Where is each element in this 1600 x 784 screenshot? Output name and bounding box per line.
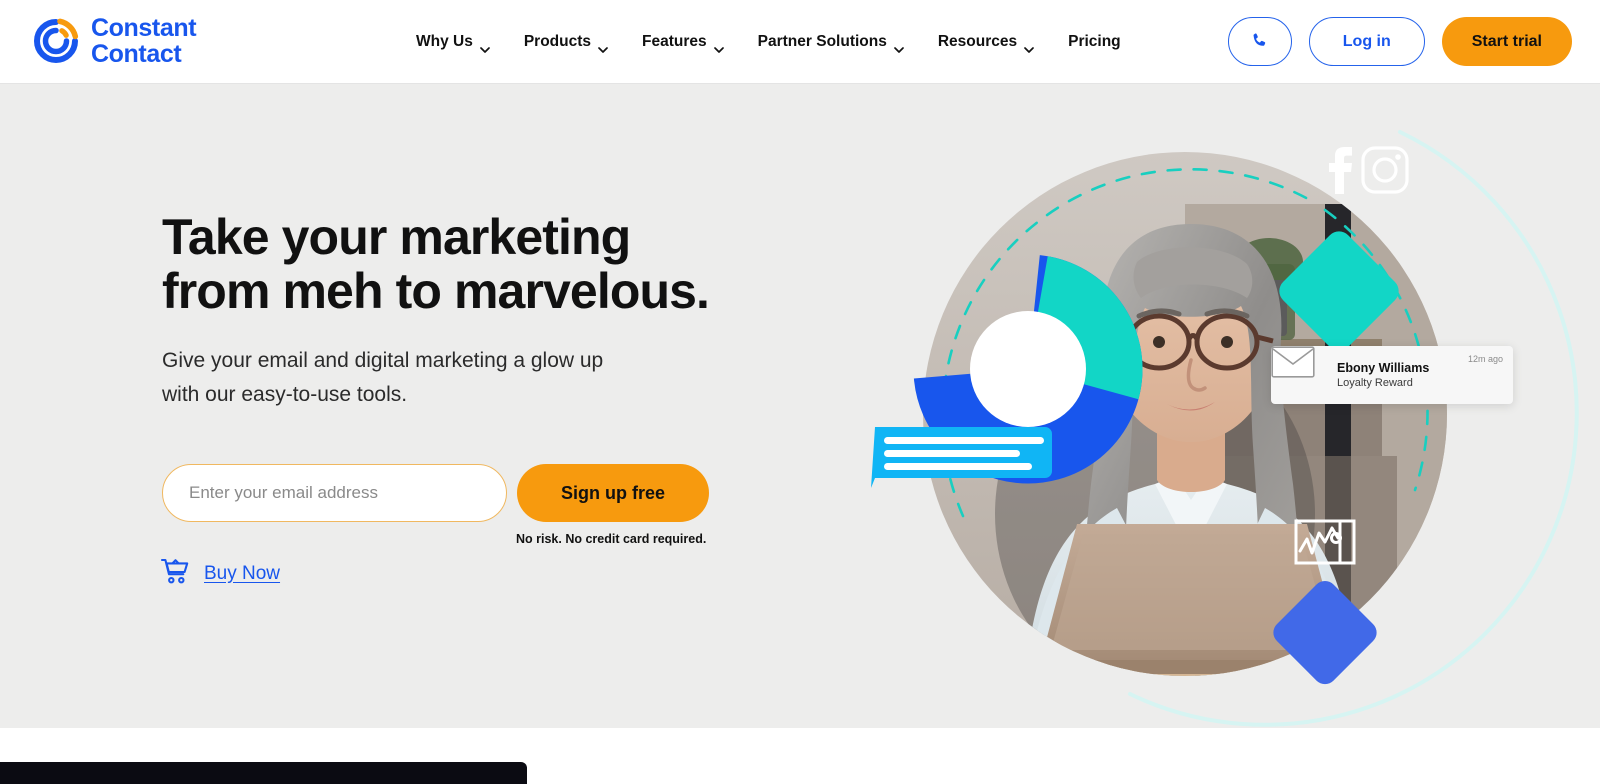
nav-label: Pricing (1068, 33, 1121, 50)
chevron-down-icon (1024, 40, 1034, 53)
logo[interactable]: Constant Contact (31, 14, 197, 68)
notification-name: Ebony Williams (1337, 361, 1430, 375)
chevron-down-icon (893, 40, 904, 53)
hero-copy: Take your marketing from meh to marvelou… (162, 210, 782, 412)
phone-icon (1250, 31, 1269, 53)
page-root: Constant Contact Why Us Products Feature… (0, 0, 1600, 784)
bottom-widget-bar[interactable] (0, 762, 527, 784)
nav-item-features[interactable]: Features (625, 0, 741, 84)
notification-subtitle: Loyalty Reward (1337, 377, 1413, 389)
login-button[interactable]: Log in (1308, 17, 1425, 66)
nav-label: Resources (937, 33, 1018, 50)
logo-line-1: Constant (91, 14, 197, 42)
constant-contact-logo-icon (31, 16, 81, 66)
nav-item-products[interactable]: Products (507, 0, 625, 84)
notification-card[interactable]: Ebony Williams Loyalty Reward 12m ago (1271, 346, 1513, 404)
notification-text: Ebony Williams Loyalty Reward (1337, 361, 1429, 389)
logo-line-2: Contact (91, 40, 182, 68)
buy-now-link[interactable]: Buy Now (160, 557, 280, 590)
envelope-icon (1271, 346, 1326, 391)
notification-time: 12m ago (1467, 354, 1503, 364)
hero-illustration: Ebony Williams Loyalty Reward 12m ago (855, 84, 1600, 728)
chevron-down-icon (598, 40, 608, 53)
signup-disclaimer: No risk. No credit card required. (516, 532, 707, 546)
hero-art-svg (871, 130, 1579, 727)
nav-item-pricing[interactable]: Pricing (1051, 0, 1138, 84)
social-tile-icons (1329, 146, 1409, 194)
email-input[interactable] (162, 464, 507, 522)
buy-now-label: Buy Now (204, 562, 281, 584)
main-nav: Why Us Products Features Partner Solutio… (416, 0, 1138, 84)
nav-label: Why Us (416, 33, 473, 50)
hero-title: Take your marketing from meh to marvelou… (162, 209, 710, 319)
site-header: Constant Contact Why Us Products Feature… (0, 0, 1600, 84)
start-trial-button[interactable]: Start trial (1441, 17, 1572, 66)
hero-section: Take your marketing from meh to marvelou… (0, 84, 1600, 728)
nav-label: Partner Solutions (757, 33, 887, 50)
header-actions: Log in Start trial (1227, 17, 1572, 66)
nav-label: Features (642, 33, 707, 50)
logo-wordmark: Constant Contact (91, 14, 197, 68)
nav-item-partner-solutions[interactable]: Partner Solutions (741, 0, 921, 84)
hero-subtitle: Give your email and digital marketing a … (162, 349, 604, 407)
nav-label: Products (523, 33, 592, 50)
sign-up-free-button[interactable]: Sign up free (517, 464, 710, 522)
nav-item-resources[interactable]: Resources (921, 0, 1051, 84)
shopping-cart-icon (160, 557, 190, 590)
nav-item-why-us[interactable]: Why Us (416, 0, 507, 84)
signup-form: Sign up free (162, 464, 710, 522)
phone-button[interactable] (1227, 17, 1292, 66)
chevron-down-icon (479, 40, 490, 53)
chevron-down-icon (713, 40, 724, 53)
